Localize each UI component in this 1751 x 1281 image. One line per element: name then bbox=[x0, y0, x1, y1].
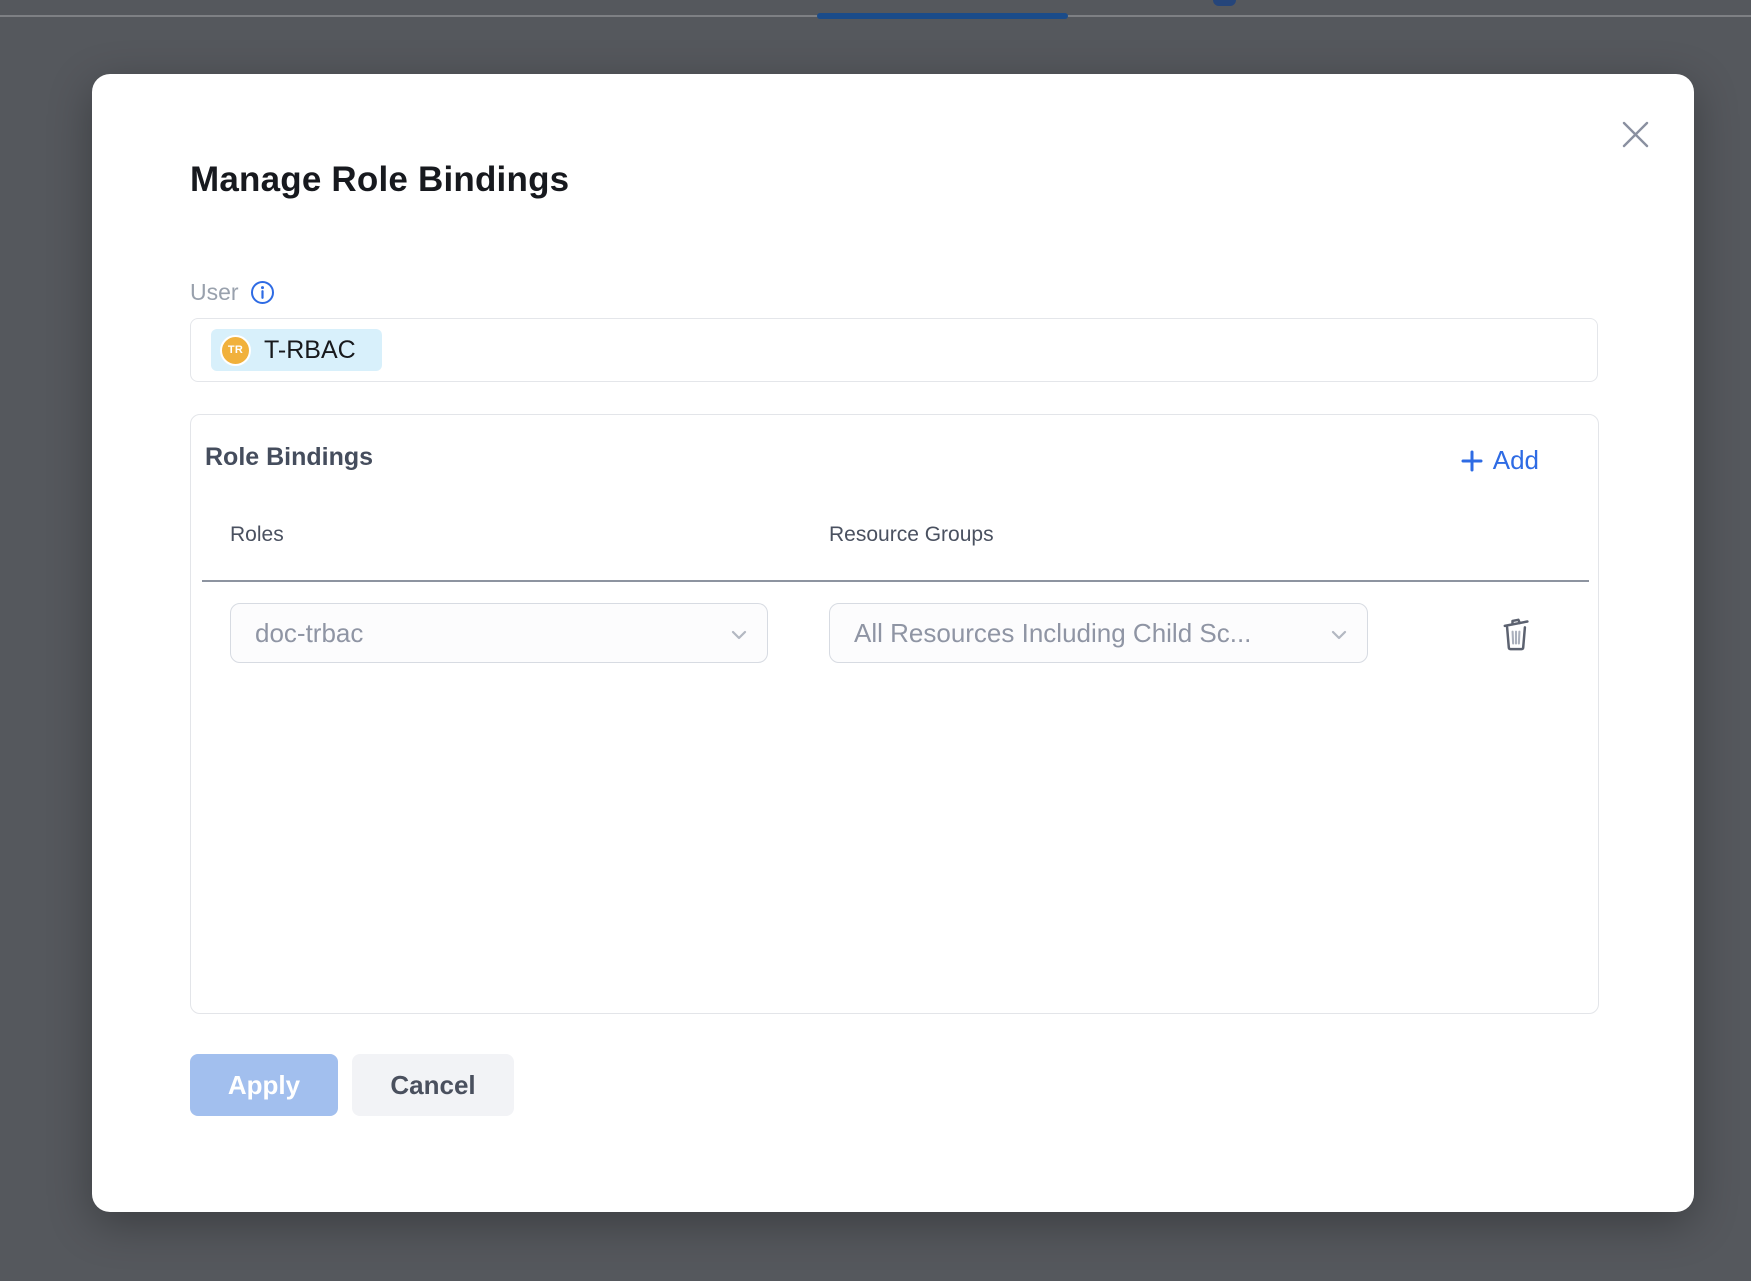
resource-group-dropdown[interactable]: All Resources Including Child Sc... bbox=[829, 603, 1368, 663]
close-button[interactable] bbox=[1612, 111, 1658, 157]
column-header-resource-groups: Resource Groups bbox=[829, 523, 994, 547]
background-active-tab-indicator bbox=[817, 13, 1068, 19]
user-name: T-RBAC bbox=[264, 336, 356, 365]
dialog-title: Manage Role Bindings bbox=[190, 160, 569, 200]
add-button-label: Add bbox=[1493, 445, 1539, 476]
close-icon bbox=[1620, 119, 1651, 150]
cancel-button[interactable]: Cancel bbox=[352, 1054, 514, 1116]
info-icon[interactable] bbox=[250, 280, 275, 305]
column-header-roles: Roles bbox=[230, 523, 284, 547]
background-text-fragment bbox=[1213, 0, 1236, 6]
header-divider bbox=[202, 580, 1589, 582]
user-avatar: TR bbox=[220, 335, 251, 366]
chevron-down-icon bbox=[731, 630, 747, 640]
user-label: User bbox=[190, 279, 239, 306]
user-select-field[interactable]: TR T-RBAC bbox=[190, 318, 1598, 382]
role-bindings-panel: Role Bindings Add Roles Resource Groups … bbox=[190, 414, 1599, 1014]
resource-group-dropdown-value: All Resources Including Child Sc... bbox=[854, 618, 1251, 649]
trash-icon bbox=[1499, 614, 1533, 652]
add-role-binding-button[interactable]: Add bbox=[1461, 445, 1539, 476]
role-dropdown[interactable]: doc-trbac bbox=[230, 603, 768, 663]
delete-binding-button[interactable] bbox=[1493, 609, 1539, 657]
role-dropdown-value: doc-trbac bbox=[255, 618, 363, 649]
plus-icon bbox=[1461, 450, 1483, 472]
apply-button[interactable]: Apply bbox=[190, 1054, 338, 1116]
role-bindings-heading: Role Bindings bbox=[205, 443, 373, 472]
user-label-row: User bbox=[190, 278, 275, 306]
chevron-down-icon bbox=[1331, 630, 1347, 640]
manage-role-bindings-dialog: Manage Role Bindings User TR T-RBAC Role… bbox=[92, 74, 1694, 1212]
selected-user-chip[interactable]: TR T-RBAC bbox=[211, 329, 382, 371]
